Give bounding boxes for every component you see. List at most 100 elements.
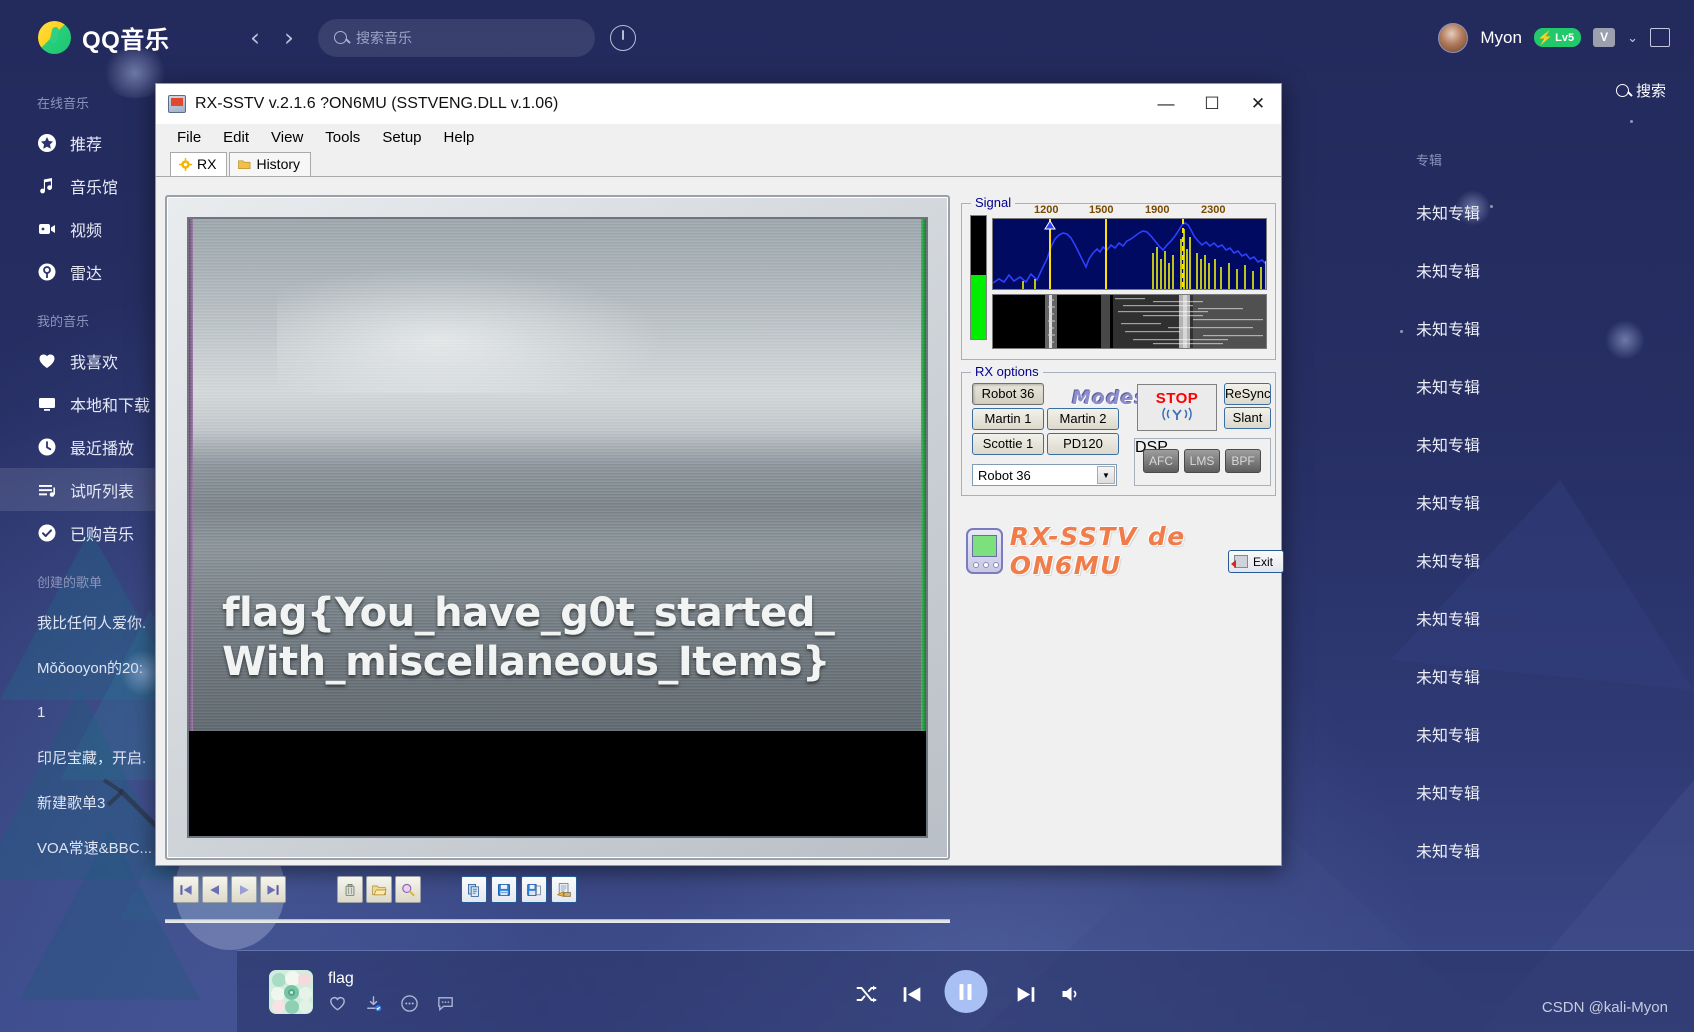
chevron-down-icon[interactable]: ⌄ xyxy=(1627,30,1638,46)
previous-frame-button[interactable] xyxy=(202,876,228,903)
received-image[interactable]: flag{You_have_g0t_started_ With_miscella… xyxy=(187,217,928,838)
table-row[interactable]: 未知专辑 xyxy=(1394,241,1694,299)
save-button[interactable] xyxy=(491,876,517,903)
download-done-icon[interactable] xyxy=(364,994,383,1013)
table-row[interactable]: 未知专辑 xyxy=(1394,299,1694,357)
open-folder-button[interactable] xyxy=(366,876,392,903)
sidebar-item-label: 我喜欢 xyxy=(70,354,119,372)
pause-icon[interactable] xyxy=(944,970,987,1013)
qq-logo[interactable]: QQ音乐 xyxy=(38,20,238,55)
avatar[interactable] xyxy=(1438,22,1469,53)
sidebar-item-label: 视频 xyxy=(70,222,103,240)
stop-status-box[interactable]: STOP xyxy=(1137,384,1217,431)
slant-button[interactable]: Slant xyxy=(1224,407,1271,429)
delete-button[interactable] xyxy=(337,876,363,903)
menu-setup[interactable]: Setup xyxy=(371,126,432,149)
file-tool-buttons xyxy=(337,876,421,903)
minimize-button[interactable]: — xyxy=(1143,84,1189,124)
waterfall-display[interactable] xyxy=(992,294,1267,349)
next-icon[interactable] xyxy=(1013,982,1034,1002)
table-row[interactable]: 未知专辑 xyxy=(1394,647,1694,705)
volume-icon[interactable] xyxy=(1058,982,1077,1001)
table-row[interactable]: 未知专辑 xyxy=(1394,183,1694,241)
dsp-button-afc[interactable]: AFC xyxy=(1143,449,1179,473)
table-row[interactable]: 未知专辑 xyxy=(1394,821,1694,879)
mode-button-martin1[interactable]: Martin 1 xyxy=(972,408,1044,430)
table-row[interactable]: 未知专辑 xyxy=(1394,357,1694,415)
exit-button[interactable]: Exit xyxy=(1228,550,1284,573)
save-as-button[interactable] xyxy=(521,876,547,903)
table-row[interactable]: 未知专辑 xyxy=(1394,531,1694,589)
previous-icon[interactable] xyxy=(899,982,920,1002)
tab-label: RX xyxy=(197,156,217,172)
shuffle-icon[interactable] xyxy=(854,982,876,1003)
mode-button-robot36[interactable]: Robot 36 xyxy=(972,383,1044,405)
chevron-down-icon[interactable]: ▼ xyxy=(1097,466,1115,484)
rx-sstv-window: RX-SSTV v.2.1.6 ?ON6MU (SSTVENG.DLL v.1.… xyxy=(155,83,1284,923)
dsp-group: DSP AFC LMS BPF xyxy=(1134,438,1271,486)
flag-text-line1: flag{You_have_g0t_started_ xyxy=(222,590,835,637)
secondary-search-label: 搜索 xyxy=(1635,83,1666,100)
nav-back-button[interactable]: ‹ xyxy=(238,23,272,52)
first-frame-button[interactable] xyxy=(173,876,199,903)
navigation-buttons xyxy=(173,876,286,903)
tab-history[interactable]: History xyxy=(229,152,312,176)
nav-forward-button[interactable]: › xyxy=(272,23,306,52)
level-label: Lv5 xyxy=(1555,31,1575,44)
menu-file[interactable]: File xyxy=(166,126,212,149)
table-row[interactable]: 未知专辑 xyxy=(1394,705,1694,763)
window-title-bar[interactable]: RX-SSTV v.2.1.6 ?ON6MU (SSTVENG.DLL v.1.… xyxy=(156,84,1281,124)
last-frame-button[interactable] xyxy=(260,876,286,903)
menu-view[interactable]: View xyxy=(260,126,314,149)
monitor-icon xyxy=(37,394,57,414)
table-row[interactable]: 未知专辑 xyxy=(1394,473,1694,531)
menu-help[interactable]: Help xyxy=(433,126,486,149)
copy-button[interactable] xyxy=(461,876,487,903)
exit-door-icon xyxy=(1231,555,1248,568)
comment-icon[interactable] xyxy=(436,994,455,1013)
secondary-search-button[interactable]: 搜索 xyxy=(1615,80,1666,101)
zoom-button[interactable] xyxy=(395,876,421,903)
mode-select-dropdown[interactable]: Robot 36 ▼ xyxy=(972,464,1117,486)
dsp-button-bpf[interactable]: BPF xyxy=(1225,449,1261,473)
folder-icon xyxy=(238,158,251,171)
resync-button[interactable]: ReSync xyxy=(1224,383,1271,405)
album-cover[interactable] xyxy=(269,969,313,1014)
close-button[interactable]: ✕ xyxy=(1235,84,1281,124)
scanline-noise xyxy=(189,219,926,836)
skin-shirt-icon[interactable] xyxy=(1650,28,1670,47)
user-area[interactable]: Myon ⚡ Lv5 V ⌄ xyxy=(1438,22,1670,53)
dsp-button-lms[interactable]: LMS xyxy=(1184,449,1220,473)
vip-badge[interactable]: V xyxy=(1593,28,1616,47)
history-clock-icon[interactable] xyxy=(610,24,636,51)
user-name: Myon xyxy=(1480,27,1522,47)
menu-edit[interactable]: Edit xyxy=(212,126,260,149)
freq-tick: 1500 xyxy=(1089,204,1114,216)
mode-select-value: Robot 36 xyxy=(978,467,1031,483)
stop-label: STOP xyxy=(1155,390,1199,407)
signal-level-meter xyxy=(970,215,987,340)
check-circle-icon xyxy=(37,523,57,543)
heart-outline-icon[interactable] xyxy=(328,994,347,1013)
player-meta: flag xyxy=(328,970,455,1013)
table-row[interactable]: 未知专辑 xyxy=(1394,589,1694,647)
table-row[interactable]: 未知专辑 xyxy=(1394,763,1694,821)
table-row[interactable]: 未知专辑 xyxy=(1394,415,1694,473)
export-button[interactable] xyxy=(551,876,577,903)
menu-tools[interactable]: Tools xyxy=(314,126,371,149)
rx-options-legend: RX options xyxy=(971,364,1043,379)
mode-button-martin2[interactable]: Martin 2 xyxy=(1047,408,1119,430)
viewer-progress-bar[interactable] xyxy=(165,919,950,923)
search-input[interactable]: 搜索音乐 xyxy=(318,18,595,57)
more-dots-icon[interactable] xyxy=(400,994,419,1013)
spectrum-display[interactable] xyxy=(992,218,1267,290)
clock-icon xyxy=(37,437,57,457)
mode-button-scottie1[interactable]: Scottie 1 xyxy=(972,433,1044,455)
rx-options-group: RX options Robot 36 Modes Martin 1 Marti… xyxy=(961,364,1276,496)
play-button[interactable] xyxy=(231,876,257,903)
music-note-icon xyxy=(37,176,57,196)
search-placeholder: 搜索音乐 xyxy=(356,29,412,46)
maximize-button[interactable]: ☐ xyxy=(1189,84,1235,124)
tab-rx[interactable]: RX xyxy=(170,152,228,176)
mode-button-pd120[interactable]: PD120 xyxy=(1047,433,1119,455)
